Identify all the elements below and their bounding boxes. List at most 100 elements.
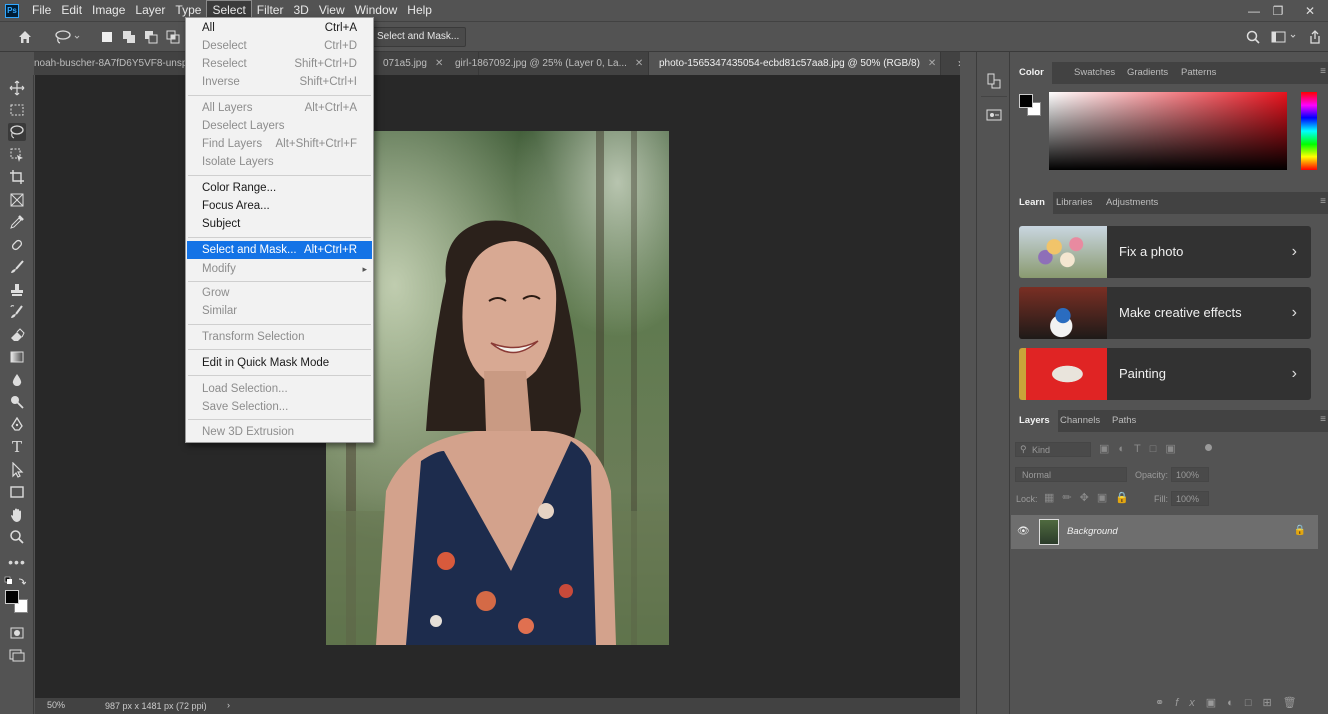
move-tool-icon[interactable] [8, 79, 26, 97]
close-tab-icon[interactable]: ✕ [928, 58, 936, 69]
menu-item-color-range[interactable]: Color Range... [187, 179, 372, 197]
menu-item-find-layers[interactable]: Find Layers Alt+Shift+Ctrl+F [187, 135, 372, 153]
edit-toolbar-icon[interactable]: ••• [8, 553, 26, 571]
select-and-mask-button[interactable]: Select and Mask... [370, 27, 467, 47]
tab-channels[interactable]: Channels [1052, 410, 1108, 432]
tab-learn[interactable]: Learn [1011, 192, 1053, 214]
home-icon[interactable] [16, 28, 34, 46]
layer-row-background[interactable]: 👁 Background 🔒 [1011, 515, 1318, 549]
menu-item-load-selection[interactable]: Load Selection... [187, 380, 372, 398]
clone-stamp-tool-icon[interactable] [8, 281, 26, 299]
lasso-preset-icon[interactable] [52, 28, 82, 46]
default-colors-icon[interactable] [4, 573, 26, 591]
layers-footer-icons[interactable]: ⚭fx▣◐□⊞🗑 [1155, 696, 1308, 709]
panel-menu-icon[interactable]: ≡ [1320, 196, 1326, 207]
menu-image[interactable]: Image [87, 0, 130, 21]
menu-file[interactable]: File [27, 0, 56, 21]
properties-panel-icon[interactable] [985, 106, 1003, 124]
menu-item-save-selection[interactable]: Save Selection... [187, 398, 372, 416]
dodge-tool-icon[interactable] [8, 393, 26, 411]
history-panel-icon[interactable] [985, 72, 1003, 90]
search-icon[interactable] [1244, 28, 1262, 46]
layer-name[interactable]: Background [1067, 526, 1118, 537]
zoom-level[interactable]: 50% [47, 700, 65, 710]
menu-item-all-layers[interactable]: All Layers Alt+Ctrl+A [187, 99, 372, 117]
menu-item-deselect[interactable]: Deselect Ctrl+D [187, 37, 372, 55]
visibility-eye-icon[interactable]: 👁 [1017, 526, 1030, 537]
type-tool-icon[interactable]: T [8, 438, 26, 456]
menu-item-isolate-layers[interactable]: Isolate Layers [187, 153, 372, 171]
menu-item-subject[interactable]: Subject [187, 215, 372, 233]
menu-item-reselect[interactable]: Reselect Shift+Ctrl+D [187, 55, 372, 73]
menu-item-quick-mask[interactable]: Edit in Quick Mask Mode [187, 354, 372, 372]
tab-noah-buscher[interactable]: noah-buscher-8A7fD6Y5VF8-unsp [34, 52, 186, 75]
crop-tool-icon[interactable] [8, 168, 26, 186]
learn-card-fix-a-photo[interactable]: Fix a photo › [1019, 226, 1311, 278]
foreground-color-icon[interactable] [5, 590, 19, 604]
pen-tool-icon[interactable] [8, 416, 26, 434]
fill-input[interactable]: 100% [1171, 491, 1209, 506]
close-tab-icon[interactable]: ✕ [435, 58, 443, 69]
share-icon[interactable] [1306, 28, 1324, 46]
tab-photo-1565347435054[interactable]: photo-1565347435054-ecbd81c57aa8.jpg @ 5… [649, 52, 941, 75]
lasso-tool-icon[interactable] [8, 123, 26, 141]
color-field[interactable] [1049, 92, 1287, 170]
tab-swatches[interactable]: Swatches [1066, 62, 1123, 84]
healing-brush-tool-icon[interactable] [8, 236, 26, 254]
layer-kind-filter[interactable]: ⚲ Kind [1015, 442, 1091, 457]
hand-tool-icon[interactable] [8, 506, 26, 524]
new-selection-icon[interactable] [98, 28, 116, 46]
eraser-tool-icon[interactable] [8, 326, 26, 344]
object-selection-tool-icon[interactable] [8, 146, 26, 164]
path-selection-tool-icon[interactable] [8, 461, 26, 479]
learn-card-painting[interactable]: Painting › [1019, 348, 1311, 400]
brush-tool-icon[interactable] [8, 258, 26, 276]
menu-item-modify[interactable]: Modify ▸ [187, 260, 372, 278]
menu-item-grow[interactable]: Grow [187, 284, 372, 302]
tab-layers[interactable]: Layers [1011, 410, 1058, 432]
opacity-input[interactable]: 100% [1171, 467, 1209, 482]
learn-card-make-creative-effects[interactable]: Make creative effects › [1019, 287, 1311, 339]
menu-item-all[interactable]: All Ctrl+A [187, 19, 372, 37]
color-foreground-icon[interactable] [1019, 94, 1033, 108]
blur-tool-icon[interactable] [8, 371, 26, 389]
marquee-tool-icon[interactable] [8, 101, 26, 119]
menu-item-select-and-mask[interactable]: Select and Mask... Alt+Ctrl+R [187, 241, 372, 259]
panel-menu-icon[interactable]: ≡ [1320, 414, 1326, 425]
tab-color[interactable]: Color [1011, 62, 1052, 84]
panel-menu-icon[interactable]: ≡ [1320, 66, 1326, 77]
workspace-icon[interactable] [1270, 28, 1300, 46]
quick-mask-icon[interactable] [8, 624, 26, 642]
menu-item-inverse[interactable]: Inverse Shift+Ctrl+I [187, 73, 372, 91]
menu-layer[interactable]: Layer [130, 0, 170, 21]
menu-item-similar[interactable]: Similar [187, 302, 372, 320]
add-to-selection-icon[interactable] [120, 28, 138, 46]
subtract-selection-icon[interactable] [142, 28, 160, 46]
zoom-tool-icon[interactable] [8, 528, 26, 546]
eyedropper-tool-icon[interactable] [8, 213, 26, 231]
tab-libraries[interactable]: Libraries [1048, 192, 1100, 214]
tab-patterns[interactable]: Patterns [1173, 62, 1224, 84]
foreground-background-color-swatch[interactable] [5, 590, 29, 614]
filter-toggle-icon[interactable] [1205, 444, 1212, 451]
color-panel-swatch[interactable] [1019, 94, 1043, 118]
layer-lock-icon[interactable]: 🔒 [1294, 525, 1306, 536]
close-icon[interactable]: ✕ [1296, 0, 1324, 21]
frame-tool-icon[interactable] [8, 191, 26, 209]
restore-icon[interactable]: ❐ [1264, 0, 1292, 21]
close-tab-icon[interactable]: ✕ [635, 58, 643, 69]
tab-paths[interactable]: Paths [1104, 410, 1144, 432]
status-menu-arrow-icon[interactable]: › [227, 700, 230, 710]
history-brush-tool-icon[interactable] [8, 303, 26, 321]
menu-item-new-3d-extrusion[interactable]: New 3D Extrusion [187, 423, 372, 441]
hue-slider[interactable] [1301, 92, 1317, 170]
tab-adjustments[interactable]: Adjustments [1098, 192, 1166, 214]
gradient-tool-icon[interactable] [8, 348, 26, 366]
layer-filter-icons[interactable]: ▣◐T□▣ [1099, 442, 1185, 455]
menu-help[interactable]: Help [402, 0, 437, 21]
menu-item-transform-selection[interactable]: Transform Selection [187, 328, 372, 346]
lock-icons[interactable]: ▦✏✥▣🔒 [1044, 491, 1137, 504]
intersect-selection-icon[interactable] [164, 28, 182, 46]
menu-edit[interactable]: Edit [56, 0, 87, 21]
blend-mode-select[interactable]: Normal [1015, 467, 1127, 482]
